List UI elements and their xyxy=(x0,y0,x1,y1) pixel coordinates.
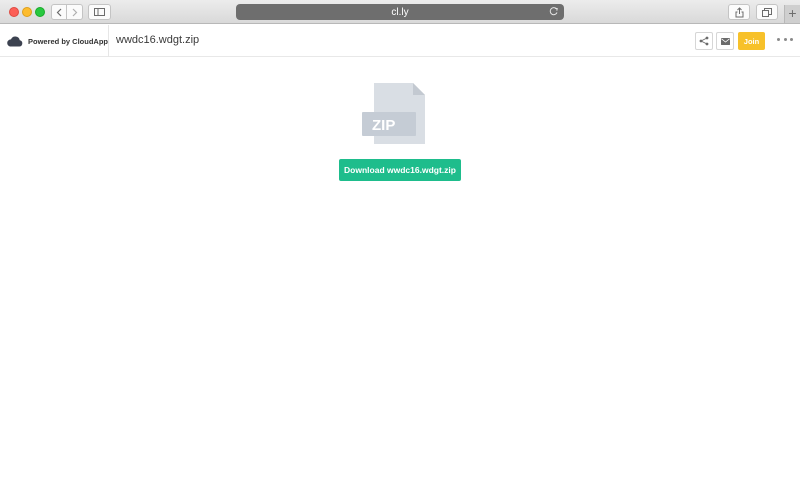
file-name-title: wwdc16.wdgt.zip xyxy=(116,34,200,46)
more-dot-icon xyxy=(783,37,787,41)
zip-file-icon: ZIP xyxy=(362,83,425,144)
history-navigation xyxy=(51,4,83,20)
tabs-icon xyxy=(762,7,772,17)
share-toolbar-button[interactable] xyxy=(728,4,750,20)
file-type-label: ZIP xyxy=(372,117,395,134)
cloud-icon xyxy=(7,36,23,47)
back-button[interactable] xyxy=(51,4,67,20)
header-divider xyxy=(108,25,109,57)
zoom-window-button[interactable] xyxy=(35,7,45,17)
share-link-button[interactable] xyxy=(695,32,713,50)
forward-button[interactable] xyxy=(67,4,83,20)
address-text: cl.ly xyxy=(391,6,409,18)
chevron-right-icon xyxy=(72,8,77,16)
tab-overview-button[interactable] xyxy=(756,4,778,20)
more-options-button[interactable] xyxy=(777,36,793,42)
sidebar-icon xyxy=(94,8,105,16)
minimize-window-button[interactable] xyxy=(22,7,32,17)
sidebar-toggle-button[interactable] xyxy=(88,4,111,20)
more-dot-icon xyxy=(777,37,780,41)
join-button[interactable]: Join xyxy=(738,32,765,50)
new-tab-button[interactable]: + xyxy=(784,5,800,23)
more-dot-icon xyxy=(790,37,793,41)
app-header: Powered by CloudApp wwdc16.wdgt.zip Join xyxy=(0,25,800,57)
brand[interactable]: Powered by CloudApp xyxy=(6,35,108,47)
download-button[interactable]: Download wwdc16.wdgt.zip xyxy=(339,159,461,181)
share-icon xyxy=(735,6,743,17)
browser-toolbar: cl.ly + xyxy=(0,0,800,24)
address-bar[interactable]: cl.ly xyxy=(236,4,564,20)
reload-icon[interactable] xyxy=(548,6,559,17)
email-button[interactable] xyxy=(716,32,734,50)
close-window-button[interactable] xyxy=(9,7,19,17)
browser-window: cl.ly + Powered by CloudApp wwdc16.wdgt.… xyxy=(0,0,800,504)
chevron-left-icon xyxy=(56,8,62,16)
share-nodes-icon xyxy=(699,36,709,46)
brand-label: Powered by CloudApp xyxy=(28,36,109,46)
envelope-icon xyxy=(720,37,730,45)
